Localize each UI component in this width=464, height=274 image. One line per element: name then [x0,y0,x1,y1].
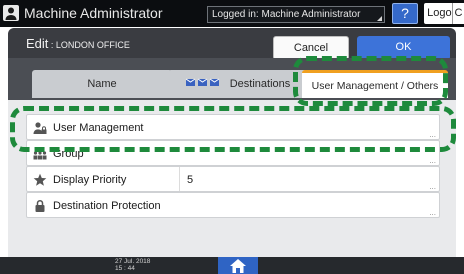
more-indicator: ... [429,156,436,165]
dialog-header: Edit : LONDON OFFICE Cancel OK [8,28,456,60]
logged-in-status: Logged in: Machine Administrator [207,6,385,23]
dialog-title: Edit : LONDON OFFICE [26,37,130,52]
bottom-bar: 27 Jul. 2018 15 : 44 [0,257,464,274]
energy-saver-button[interactable]: C [452,3,464,24]
dialog-title-prefix: Edit [26,36,49,51]
user-icon [3,5,19,21]
list-item-group[interactable]: Group ... [26,140,440,166]
more-indicator: ... [429,130,436,139]
tab-name[interactable]: Name [32,70,172,98]
list-item-label: User Management [53,122,144,134]
cancel-button[interactable]: Cancel [273,36,349,60]
star-icon [33,173,47,187]
dialog-title-name: LONDON OFFICE [55,40,130,50]
tab-bar: Name Destinations User Management / Othe… [8,58,456,100]
list-item-destination-protection[interactable]: Destination Protection ... [26,192,440,218]
date-label: 27 Jul. 2018 [115,258,151,265]
help-button[interactable]: ? [392,3,418,24]
user-lock-icon [33,121,47,135]
corner-triangle-icon [377,16,382,21]
tab-user-management-others[interactable]: User Management / Others [302,70,448,98]
list-item-label: Display Priority [53,174,127,186]
edit-dialog: Edit : LONDON OFFICE Cancel OK Name Dest… [8,28,456,257]
logged-in-label: Logged in: Machine Administrator [212,9,361,20]
list-item-user-management[interactable]: User Management ... [26,114,440,140]
tab-destinations-label: Destinations [229,78,291,90]
group-icon [33,147,47,161]
ok-button[interactable]: OK [357,36,450,60]
date-time: 27 Jul. 2018 15 : 44 [115,258,150,272]
home-icon [230,259,246,273]
lock-icon [33,199,47,213]
value-divider [179,167,180,191]
settings-list: User Management ... Group ... Display Pr… [8,100,456,257]
destinations-icon [185,70,220,98]
top-bar: Machine Administrator Logged in: Machine… [0,0,464,27]
app-title: Machine Administrator [24,5,163,21]
list-item-display-priority[interactable]: Display Priority 5 ... [26,166,440,192]
list-item-label: Group [53,148,84,160]
display-priority-value: 5 [187,174,194,186]
home-button[interactable] [218,257,258,274]
time-label: 15 : 44 [115,265,135,272]
more-indicator: ... [429,208,436,217]
dialog-title-separator: : [48,40,56,50]
list-item-label: Destination Protection [53,200,161,212]
more-indicator: ... [429,182,436,191]
tab-destinations[interactable]: Destinations [168,70,308,98]
